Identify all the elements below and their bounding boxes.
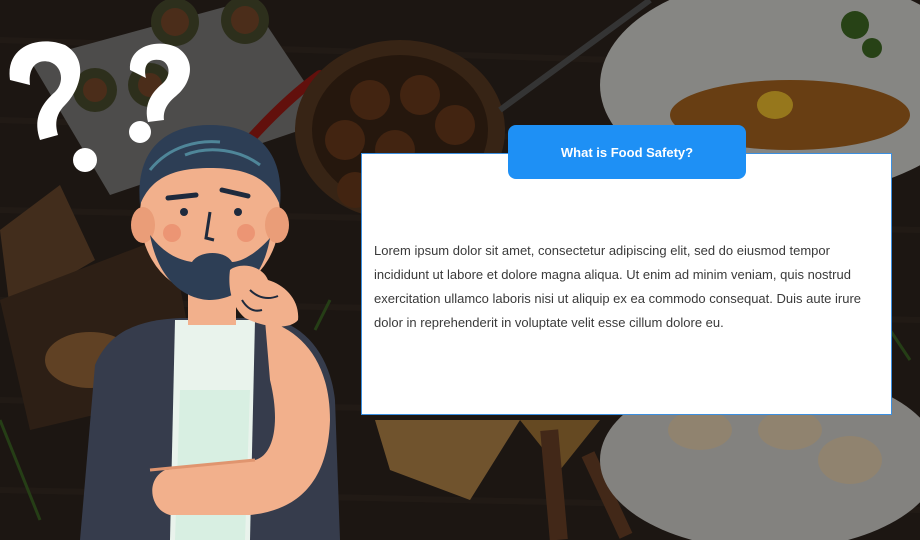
card-body-text: Lorem ipsum dolor sit amet, consectetur …	[374, 243, 862, 330]
info-card: Lorem ipsum dolor sit amet, consectetur …	[361, 153, 892, 415]
card-title-badge: What is Food Safety?	[508, 125, 746, 179]
thinking-man-icon	[9, 41, 340, 540]
